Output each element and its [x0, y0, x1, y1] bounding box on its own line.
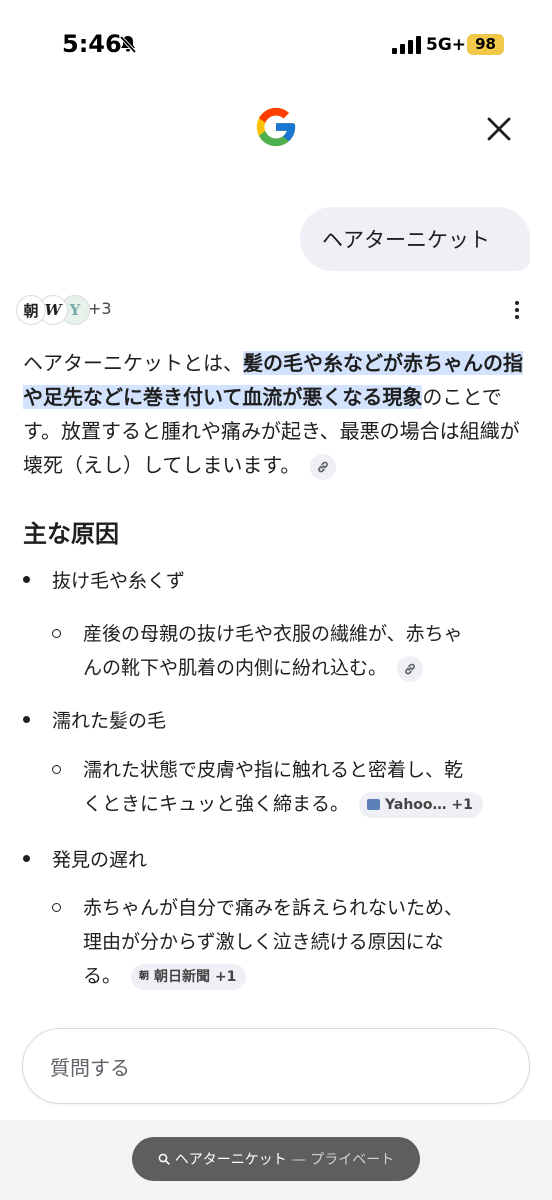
- bullet-circle: [52, 765, 61, 774]
- answer-intro-pre: ヘアターニケットとは、: [23, 351, 243, 375]
- ask-input[interactable]: 質問する: [22, 1028, 530, 1104]
- cause-detail: 赤ちゃんが自分で痛みを訴えられないため、 理由が分からず激しく泣き続ける原因になる…: [52, 891, 532, 993]
- cause-title: 発見の遅れ: [52, 849, 148, 871]
- cause-title: 抜け毛や糸くず: [52, 570, 186, 592]
- close-icon: [487, 117, 511, 141]
- close-button[interactable]: [478, 108, 520, 150]
- url-bar-mode: — プライベート: [291, 1152, 395, 1168]
- cause-detail-line: 産後の母親の抜け毛や衣服の繊維が、赤ちゃ: [83, 623, 463, 645]
- google-g-logo: [253, 104, 299, 154]
- query-text: ヘアターニケット: [322, 228, 490, 252]
- cause-detail-line: 理由が分からず激しく泣き続ける原因にな: [83, 931, 444, 953]
- cause-detail-line: くときにキュッと強く締まる。: [83, 793, 350, 815]
- citation-link-icon[interactable]: [310, 453, 337, 480]
- cause-detail-line: 赤ちゃんが自分で痛みを訴えられないため、: [83, 897, 464, 919]
- status-bar: 5:46 5G+ 98: [0, 0, 552, 92]
- cause-detail-line: 濡れた状態で皮膚や指に触れると密着し、乾: [83, 759, 464, 781]
- cause-item: 発見の遅れ: [23, 845, 147, 872]
- battery-badge: 98: [467, 34, 504, 55]
- source-chip-label: 朝日新聞 +1: [154, 968, 237, 985]
- source-chip-asahi[interactable]: 朝朝日新聞 +1: [131, 963, 247, 990]
- cause-detail-line: る。: [83, 965, 122, 987]
- network-label: 5G+: [426, 35, 467, 55]
- status-time: 5:46: [62, 30, 122, 58]
- signal-icon: [392, 36, 421, 54]
- sources-more-count[interactable]: +3: [88, 299, 112, 318]
- cause-item: 抜け毛や糸くず: [23, 566, 185, 593]
- bullet-dot: [23, 716, 30, 723]
- source-chip-label: Yahoo… +1: [385, 796, 473, 813]
- cause-detail-line: んの靴下や肌着の内側に紛れ込む。: [83, 657, 388, 679]
- search-icon: [158, 1153, 170, 1165]
- source-chip-yahoo[interactable]: Yahoo… +1: [359, 791, 483, 818]
- bullet-circle: [52, 629, 61, 638]
- cause-title: 濡れた髪の毛: [52, 710, 167, 732]
- url-bar[interactable]: ヘアターニケット — プライベート: [132, 1137, 420, 1181]
- cause-detail: 濡れた状態で皮膚や指に触れると密着し、乾 くときにキュッと強く締まる。 Yahoo……: [52, 753, 532, 821]
- citation-link-icon[interactable]: [397, 655, 424, 682]
- sources-row[interactable]: 朝 W Y +3: [16, 295, 536, 325]
- bell-muted-icon: [118, 34, 138, 58]
- answer-intro: ヘアターニケットとは、髪の毛や糸などが赤ちゃんの指や足先などに巻き付いて血流が悪…: [23, 346, 535, 482]
- bullet-dot: [23, 576, 30, 583]
- source-asahi-icon[interactable]: 朝: [16, 295, 46, 325]
- url-bar-query: ヘアターニケット: [174, 1152, 287, 1168]
- ask-input-placeholder: 質問する: [50, 1055, 130, 1080]
- asahi-icon: 朝: [139, 970, 150, 982]
- cause-detail: 産後の母親の抜け毛や衣服の繊維が、赤ちゃ んの靴下や肌着の内側に紛れ込む。: [52, 617, 532, 685]
- yahoo-news-icon: [367, 799, 381, 810]
- cause-item: 濡れた髪の毛: [23, 706, 166, 733]
- more-options-icon[interactable]: [510, 297, 524, 323]
- section-title: 主な原因: [23, 520, 119, 548]
- bullet-dot: [23, 855, 30, 862]
- bullet-circle: [52, 903, 61, 912]
- query-bubble: ヘアターニケット: [300, 207, 530, 271]
